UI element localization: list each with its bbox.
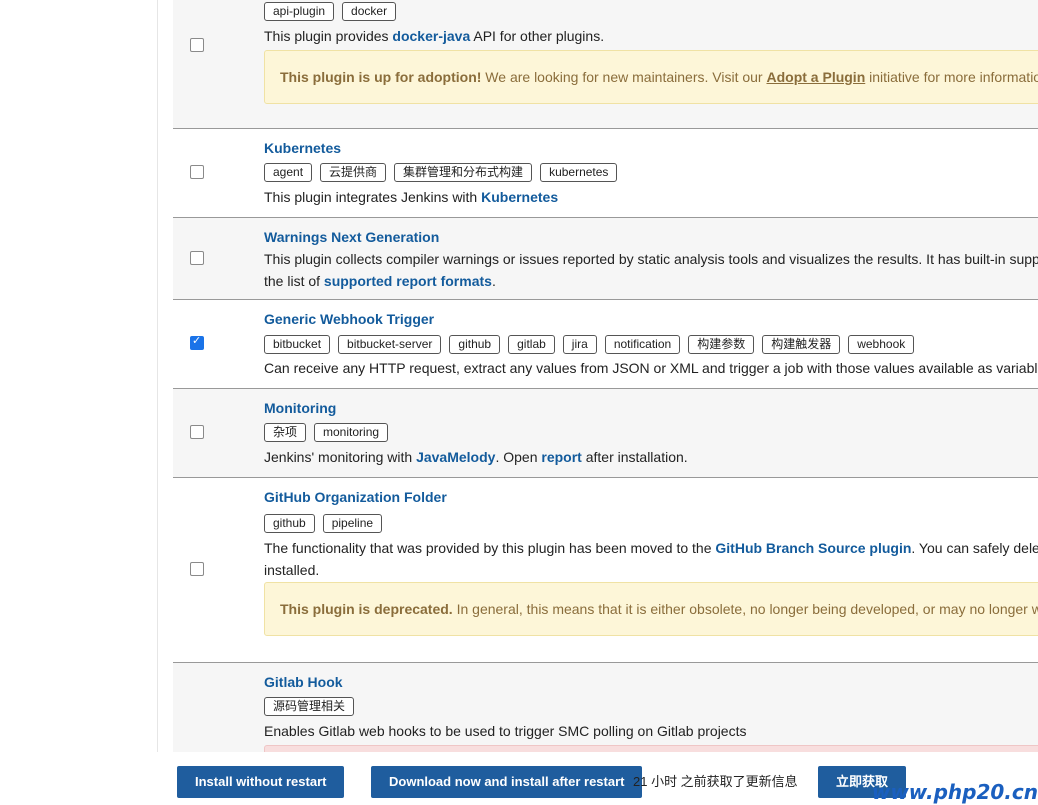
- tag-list: agent 云提供商 集群管理和分布式构建 kubernetes: [264, 161, 1038, 183]
- plugin-description: The functionality that was provided by t…: [264, 537, 1038, 559]
- update-status-text: 21 小时 之前获取了更新信息: [633, 774, 798, 789]
- plugin-title-link[interactable]: Generic Webhook Trigger: [264, 309, 1038, 329]
- plugin-description: Can receive any HTTP request, extract an…: [264, 360, 1038, 376]
- tag-link[interactable]: agent: [264, 162, 313, 182]
- tag-link[interactable]: monitoring: [314, 422, 389, 442]
- warning-notice: [264, 745, 1038, 752]
- tag-link[interactable]: bitbucket-server: [338, 334, 442, 354]
- desc-text: after installation.: [581, 449, 688, 465]
- plugin-row-kubernetes: Kubernetes agent 云提供商 集群管理和分布式构建 kuberne…: [173, 129, 1038, 218]
- plugin-title-link[interactable]: GitHub Organization Folder: [264, 487, 1038, 507]
- notice-text: We are looking for new maintainers. Visi…: [481, 69, 767, 85]
- tag-list: bitbucket bitbucket-server github gitlab…: [264, 333, 1038, 355]
- plugin-row-monitoring: Monitoring 杂项 monitoring Jenkins' monito…: [173, 389, 1038, 478]
- install-checkbox[interactable]: [190, 562, 204, 576]
- plugin-description: Jenkins' monitoring with JavaMelody. Ope…: [264, 446, 1038, 468]
- download-install-after-restart-button[interactable]: Download now and install after restart: [371, 766, 643, 798]
- install-without-restart-button[interactable]: Install without restart: [177, 766, 345, 798]
- supported-report-formats-link[interactable]: supported report formats: [324, 273, 492, 289]
- tag-link[interactable]: github: [449, 334, 501, 354]
- kubernetes-link[interactable]: Kubernetes: [481, 189, 558, 205]
- desc-text: .: [491, 273, 496, 289]
- tag-link[interactable]: jira: [562, 334, 597, 354]
- tag-link[interactable]: pipeline: [322, 513, 383, 533]
- desc-text: This plugin integrates Jenkins with: [264, 189, 482, 205]
- adopt-a-plugin-link[interactable]: Adopt a Plugin: [766, 69, 865, 85]
- desc-text: . You can safely delete this plugin once…: [911, 540, 1038, 556]
- notice-text: In general, this means that it is either…: [452, 601, 1038, 617]
- plugin-row-gitlab-hook: Gitlab Hook 源码管理相关 Enables Gitlab web ho…: [173, 663, 1038, 752]
- github-branch-source-link[interactable]: GitHub Branch Source plugin: [715, 540, 911, 556]
- plugin-title-link[interactable]: Warnings Next Generation: [264, 227, 1038, 247]
- tag-link[interactable]: 构建参数: [688, 334, 755, 354]
- tag-link[interactable]: 集群管理和分布式构建: [394, 162, 533, 182]
- plugin-title-link[interactable]: Kubernetes: [264, 138, 1038, 158]
- tag-link[interactable]: 云提供商: [320, 162, 387, 182]
- tag-list: github pipeline: [264, 512, 1038, 534]
- plugin-title-link[interactable]: Monitoring: [264, 398, 1038, 418]
- javamelody-link[interactable]: JavaMelody: [416, 449, 495, 465]
- plugin-description: This plugin integrates Jenkins with Kube…: [264, 186, 1038, 208]
- plugin-title-link[interactable]: Gitlab Hook: [264, 672, 1038, 692]
- desc-text: The functionality that was provided by t…: [264, 540, 716, 556]
- tag-link[interactable]: bitbucket: [264, 334, 331, 354]
- tag-link[interactable]: api-plugin: [264, 1, 335, 21]
- plugin-row-github-organization-folder: GitHub Organization Folder github pipeli…: [173, 478, 1038, 663]
- tag-link[interactable]: notification: [604, 334, 681, 354]
- plugin-description: Enables Gitlab web hooks to be used to t…: [264, 723, 747, 739]
- tag-link[interactable]: 源码管理相关: [264, 696, 355, 716]
- report-link[interactable]: report: [541, 449, 581, 465]
- plugin-description: This plugin collects compiler warnings o…: [264, 251, 1038, 267]
- plugin-description-line2: the list of supported report formats.: [264, 270, 1038, 292]
- watermark: www.php20.cn: [871, 780, 1038, 804]
- plugin-row-warnings-ng: Warnings Next Generation This plugin col…: [173, 218, 1038, 300]
- docker-java-link[interactable]: docker-java: [392, 28, 470, 44]
- install-checkbox[interactable]: [190, 251, 204, 265]
- install-checkbox[interactable]: [190, 425, 204, 439]
- tag-link[interactable]: github: [264, 513, 315, 533]
- tag-link[interactable]: docker: [342, 1, 397, 21]
- tag-list: 源码管理相关: [264, 695, 1038, 717]
- tag-link[interactable]: 构建触发器: [762, 334, 841, 354]
- notice-strong: This plugin is up for adoption!: [280, 69, 482, 85]
- tag-list: api-plugin docker: [264, 0, 1038, 22]
- tag-link[interactable]: 杂项: [264, 422, 307, 442]
- desc-text: This plugin provides: [264, 28, 393, 44]
- tag-list: 杂项 monitoring: [264, 421, 1038, 443]
- deprecation-notice: This plugin is deprecated. In general, t…: [264, 582, 1038, 636]
- plugin-row-generic-webhook-trigger: Generic Webhook Trigger bitbucket bitbuc…: [173, 300, 1038, 389]
- desc-text: . Open: [495, 449, 542, 465]
- notice-text: initiative for more information.: [865, 69, 1038, 85]
- plugin-description-line2: installed.: [264, 562, 320, 578]
- tag-link[interactable]: kubernetes: [540, 162, 618, 182]
- adoption-notice: This plugin is up for adoption! We are l…: [264, 50, 1038, 104]
- plugin-list: api-plugin docker This plugin provides d…: [173, 0, 1038, 752]
- desc-text: the list of: [264, 273, 324, 289]
- tag-link[interactable]: webhook: [848, 334, 915, 354]
- plugin-description: This plugin provides docker-java API for…: [264, 25, 1038, 47]
- side-panel: [0, 0, 158, 805]
- desc-text: API for other plugins.: [470, 28, 605, 44]
- install-checkbox[interactable]: [190, 165, 204, 179]
- install-checkbox[interactable]: [190, 38, 204, 52]
- install-checkbox[interactable]: [190, 334, 204, 350]
- plugin-row-docker-java-api: api-plugin docker This plugin provides d…: [173, 0, 1038, 129]
- desc-text: Jenkins' monitoring with: [264, 449, 417, 465]
- tag-link[interactable]: gitlab: [508, 334, 555, 354]
- notice-strong: This plugin is deprecated.: [280, 601, 453, 617]
